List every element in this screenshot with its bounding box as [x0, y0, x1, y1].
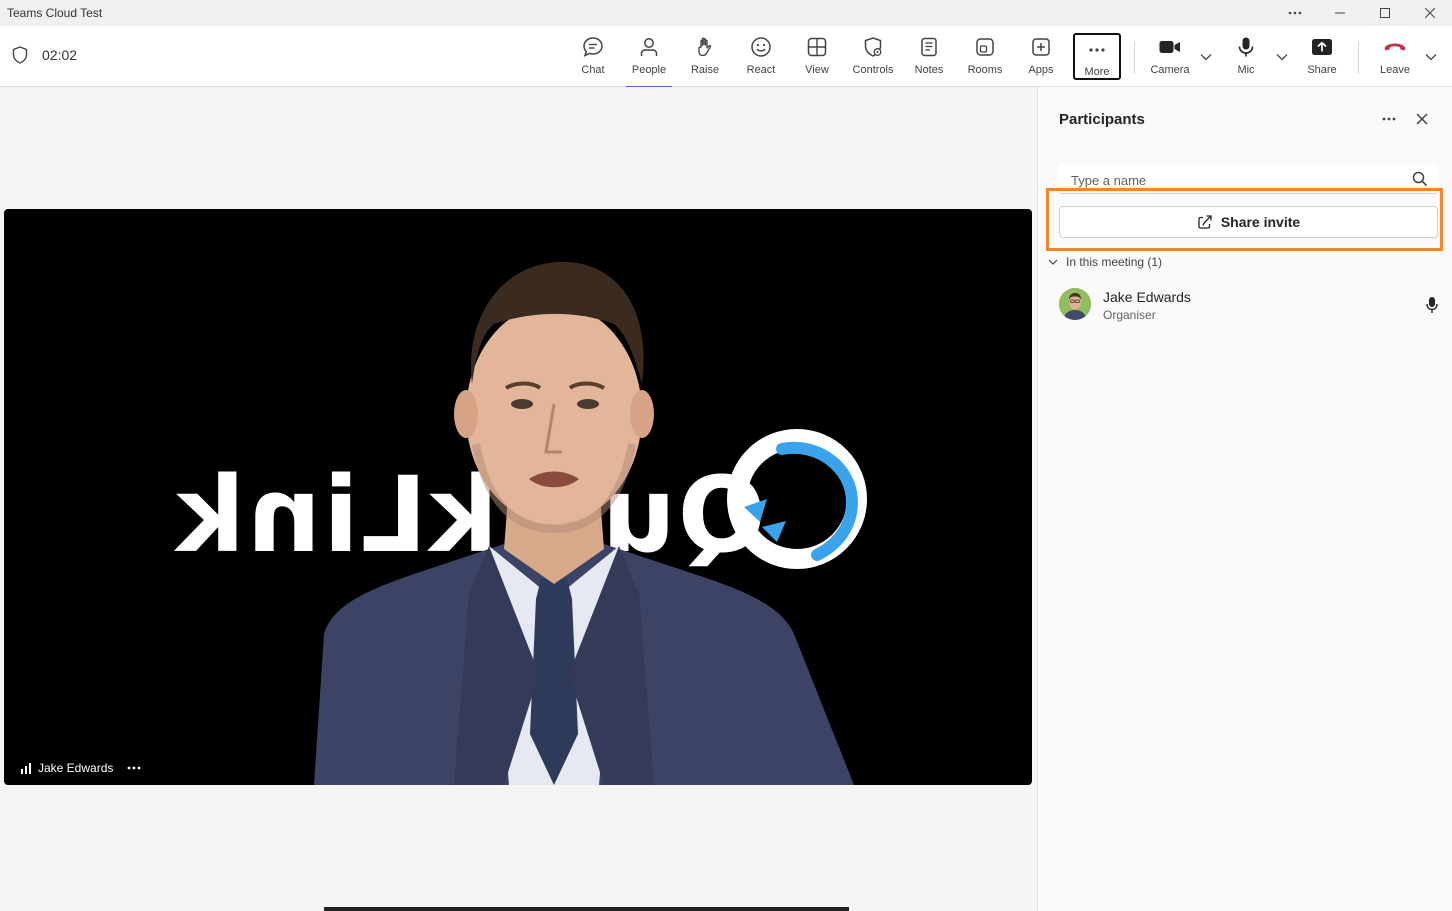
people-button[interactable]: People [626, 32, 672, 88]
leave-label: Leave [1380, 64, 1410, 76]
shield-icon [12, 46, 28, 64]
chat-button[interactable]: Chat [578, 32, 608, 82]
minimize-icon[interactable] [1317, 0, 1362, 26]
section-label: In this meeting (1) [1066, 255, 1163, 269]
video-participant-name: Jake Edwards [38, 761, 114, 775]
apps-label: Apps [1028, 64, 1054, 76]
raise-hand-icon [698, 37, 712, 57]
rooms-button[interactable]: Rooms [966, 32, 1004, 82]
mic-button[interactable]: Mic [1234, 32, 1258, 82]
raise-label: Raise [690, 64, 720, 76]
share-invite-label: Share invite [1220, 214, 1301, 230]
camera-icon [1159, 41, 1180, 53]
signal-strength-icon [21, 762, 31, 774]
hang-up-icon [1384, 43, 1406, 51]
apps-button[interactable]: Apps [1026, 32, 1056, 82]
participant-search-input[interactable] [1071, 170, 1401, 190]
more-label: More [1084, 66, 1110, 78]
timer-text: 02:02 [42, 47, 78, 63]
toolbar-divider [1358, 42, 1359, 74]
grid-icon [807, 37, 827, 57]
microphone-icon [1238, 37, 1254, 57]
react-label: React [746, 64, 776, 76]
notes-icon [921, 37, 937, 57]
more-dots-icon [1089, 47, 1105, 52]
meeting-toolbar: 02:02 Chat People Raise React View Contr… [0, 26, 1452, 88]
window-title: Teams Cloud Test [7, 6, 103, 20]
meeting-stage: QuickLink Jake Edwards [0, 87, 1037, 911]
video-name-tag: Jake Edwards [20, 761, 141, 775]
controls-button[interactable]: Controls [850, 32, 896, 82]
smiley-icon [751, 37, 771, 57]
participant-role: Organiser [1103, 308, 1156, 322]
notes-label: Notes [914, 64, 944, 76]
share-invite-button[interactable]: Share invite [1059, 206, 1438, 238]
share-icon [1198, 215, 1212, 229]
camera-label: Camera [1150, 64, 1190, 76]
video-tile[interactable]: QuickLink Jake Edwards [4, 209, 1032, 785]
video-more-options-icon[interactable] [127, 766, 141, 770]
camera-options-chevron-icon[interactable] [1199, 50, 1213, 64]
add-app-icon [1032, 38, 1050, 56]
chat-icon [583, 37, 603, 57]
participant-mic-icon [1426, 297, 1438, 313]
chevron-down-icon [1048, 259, 1058, 265]
view-label: View [805, 64, 829, 76]
panel-title: Participants [1059, 111, 1145, 128]
close-panel-icon[interactable] [1411, 109, 1433, 129]
meeting-timer: 02:02 [12, 46, 77, 64]
presenter-video-feed [314, 261, 854, 785]
controls-label: Controls [852, 64, 894, 76]
people-label: People [631, 64, 667, 76]
shield-settings-icon [864, 37, 882, 57]
participant-name: Jake Edwards [1103, 289, 1191, 305]
share-label: Share [1307, 64, 1337, 76]
maximize-icon[interactable] [1362, 0, 1407, 26]
camera-button[interactable]: Camera [1150, 32, 1190, 82]
raise-hand-button[interactable]: Raise [690, 32, 720, 82]
share-button[interactable]: Share [1306, 32, 1338, 82]
window-close-icon[interactable] [1407, 0, 1452, 26]
toolbar-divider [1134, 42, 1135, 74]
notes-button[interactable]: Notes [912, 32, 946, 82]
avatar [1059, 288, 1091, 320]
react-button[interactable]: React [745, 32, 777, 82]
mic-options-chevron-icon[interactable] [1275, 50, 1289, 64]
rooms-icon [976, 38, 994, 56]
mic-label: Mic [1237, 64, 1255, 76]
leave-button[interactable]: Leave [1378, 32, 1412, 82]
title-bar: Teams Cloud Test [0, 0, 1452, 26]
window-more-icon[interactable] [1272, 0, 1317, 26]
view-button[interactable]: View [803, 32, 831, 82]
taskbar-preview-strip [324, 907, 849, 911]
rooms-label: Rooms [967, 64, 1003, 76]
leave-options-chevron-icon[interactable] [1424, 50, 1438, 64]
panel-more-options-icon[interactable] [1378, 109, 1400, 129]
people-icon [640, 38, 658, 56]
participants-panel: Participants Share invite In this meetin… [1037, 87, 1452, 911]
share-screen-icon [1312, 39, 1332, 55]
more-button[interactable]: More [1073, 33, 1121, 80]
in-meeting-section-toggle[interactable]: In this meeting (1) [1048, 255, 1162, 269]
chat-label: Chat [581, 64, 605, 76]
participant-row[interactable]: Jake Edwards Organiser [1059, 286, 1438, 326]
search-icon[interactable] [1412, 171, 1428, 187]
